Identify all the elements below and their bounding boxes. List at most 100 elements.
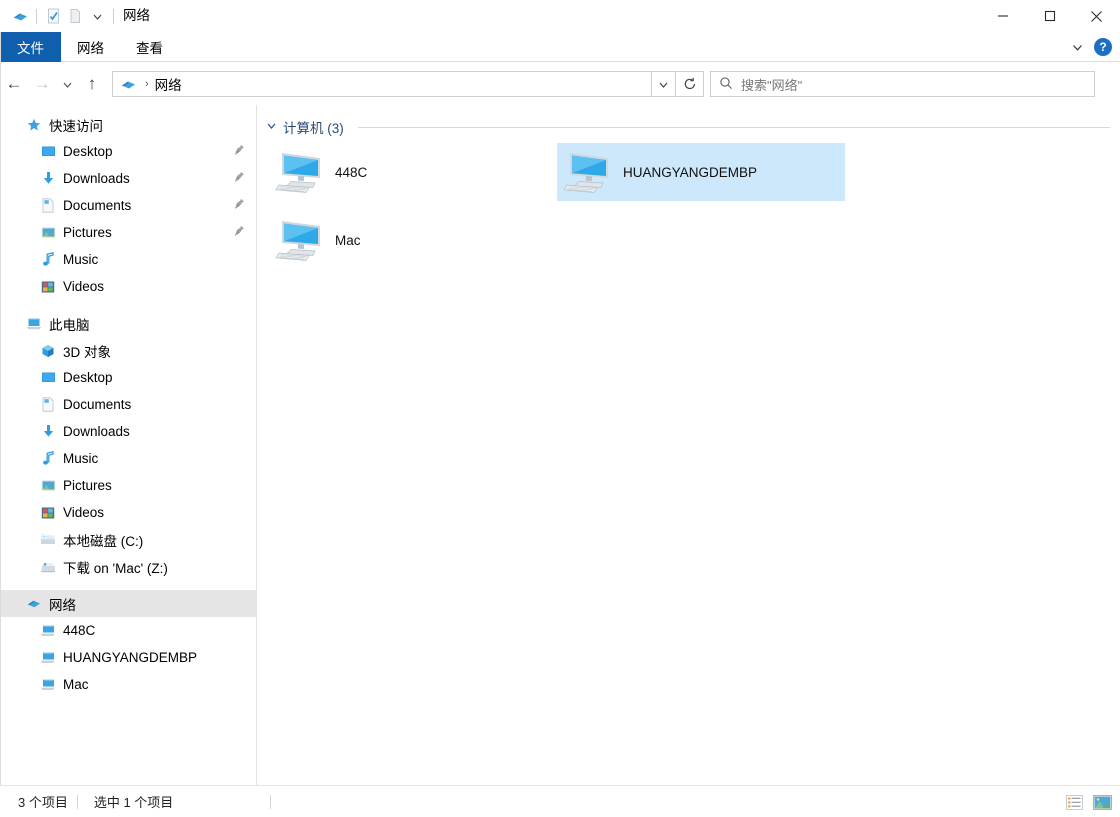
sidebar-item-videos[interactable]: Videos [0,273,256,300]
sidebar-label: Pictures [63,225,112,240]
sidebar-item-3d-objects[interactable]: 3D 对象 [0,337,256,364]
sidebar-item-pictures[interactable]: Pictures [0,219,256,246]
sidebar-label: Downloads [63,171,130,186]
pictures-icon [40,225,56,241]
3d-objects-icon [40,343,56,359]
file-list-pane[interactable]: 计算机 (3) 448C HUANGYANGDEMBP Mac [257,105,1120,785]
back-button[interactable]: ← [0,70,28,98]
group-header-label: 计算机 (3) [283,121,344,136]
maximize-button[interactable] [1026,0,1073,32]
sidebar-item-desktop-pc[interactable]: Desktop [0,364,256,391]
status-bar: 3 个项目 选中 1 个项目 [0,785,1120,817]
group-header-rule [357,126,1110,128]
pin-icon[interactable] [234,225,245,240]
sidebar-label: 3D 对象 [63,344,112,360]
window-left-border [0,32,1,785]
recent-locations-button[interactable] [56,70,78,98]
sidebar-item-mac[interactable]: Mac [0,671,256,698]
minimize-button[interactable] [979,0,1026,32]
search-input[interactable]: 搜索"网络" [710,71,1095,97]
item-label: HUANGYANGDEMBP [623,164,758,180]
tab-file[interactable]: 文件 [0,32,61,62]
sidebar-item-documents-pc[interactable]: Documents [0,391,256,418]
selection-count-label: 选中 1 个项目 [68,792,173,811]
local-disk-icon [40,532,56,548]
qat-divider-2 [113,8,114,24]
sidebar-label: Documents [63,397,132,412]
close-button[interactable] [1073,0,1120,32]
tab-view[interactable]: 查看 [120,32,179,62]
list-item[interactable]: HUANGYANGDEMBP [557,143,845,201]
chevron-down-icon[interactable] [266,120,277,134]
new-folder-icon[interactable] [64,5,86,27]
navigation-pane[interactable]: 快速访问 Desktop Downloads Documents Picture… [0,105,257,785]
up-button[interactable]: ↑ [78,70,106,98]
content-area: 快速访问 Desktop Downloads Documents Picture… [0,105,1120,785]
pin-icon[interactable] [234,171,245,186]
desktop-icon [40,144,56,160]
pin-icon[interactable] [234,198,245,213]
item-count-label: 3 个项目 [18,795,68,810]
window-controls [979,0,1120,32]
refresh-button[interactable] [676,71,704,97]
sidebar-item-quick-access[interactable]: 快速访问 [0,111,256,138]
sidebar-item-448c[interactable]: 448C [0,617,256,644]
address-bar: ← → ↑ › 网络 搜索"网络" [0,63,1120,105]
sidebar-item-network[interactable]: 网络 [0,590,256,617]
music-icon [40,451,56,467]
breadcrumb-network-icon [117,73,139,95]
sidebar-label: HUANGYANGDEMBP [63,650,198,665]
help-button[interactable]: ? [1094,38,1112,56]
sidebar-label: 下载 on 'Mac' (Z:) [63,560,168,576]
details-view-button[interactable] [1064,792,1084,812]
sidebar-item-network-drive-z[interactable]: 下载 on 'Mac' (Z:) [0,553,256,580]
pin-icon[interactable] [234,144,245,159]
properties-icon[interactable] [42,5,64,27]
computer-icon [275,217,327,263]
computer-icon [40,677,56,693]
sidebar-item-videos-pc[interactable]: Videos [0,499,256,526]
sidebar-item-downloads-pc[interactable]: Downloads [0,418,256,445]
documents-icon [40,198,56,214]
network-drive-icon [40,559,56,575]
sidebar-item-local-disk-c[interactable]: 本地磁盘 (C:) [0,526,256,553]
sidebar-label: 本地磁盘 (C:) [63,533,144,549]
sidebar-item-this-pc[interactable]: 此电脑 [0,310,256,337]
search-icon [719,76,733,93]
breadcrumb-current[interactable]: 网络 [155,74,182,94]
file-explorer-window: 网络 文件 网络 查看 ? ← → ↑ › 网络 搜索"网络" 快速访问 Des… [0,0,1120,817]
item-label: 448C [335,164,368,180]
large-icons-view-button[interactable] [1092,792,1112,812]
sidebar-item-music[interactable]: Music [0,246,256,273]
sidebar-label: Desktop [63,370,113,385]
sidebar-item-huangyangdembp[interactable]: HUANGYANGDEMBP [0,644,256,671]
group-header[interactable]: 计算机 (3) [266,117,1110,137]
sidebar-label: 网络 [49,597,76,613]
customize-dropdown-icon[interactable] [86,5,108,27]
sidebar-item-pictures-pc[interactable]: Pictures [0,472,256,499]
sidebar-item-documents[interactable]: Documents [0,192,256,219]
sidebar-label: Pictures [63,478,112,493]
sidebar-item-music-pc[interactable]: Music [0,445,256,472]
title-bar: 网络 [0,0,1120,32]
sidebar-label: 此电脑 [49,317,90,333]
star-icon [26,117,42,133]
sidebar-item-desktop[interactable]: Desktop [0,138,256,165]
computer-icon [40,623,56,639]
breadcrumb[interactable]: › 网络 [112,71,652,97]
breadcrumb-separator[interactable]: › [143,78,151,90]
sidebar-item-downloads[interactable]: Downloads [0,165,256,192]
view-toggles [1064,792,1112,812]
tab-network[interactable]: 网络 [61,32,120,62]
chevron-down-icon[interactable] [1071,41,1084,54]
network-icon[interactable] [9,5,31,27]
ribbon-right-controls: ? [1071,32,1112,62]
list-item[interactable]: 448C [269,143,557,201]
list-item[interactable]: Mac [269,211,557,269]
search-placeholder: 搜索"网络" [741,77,803,93]
address-dropdown-button[interactable] [652,71,676,97]
computer-icon [563,149,615,195]
sidebar-gap-2 [0,580,256,590]
sidebar-label: Music [63,252,99,267]
